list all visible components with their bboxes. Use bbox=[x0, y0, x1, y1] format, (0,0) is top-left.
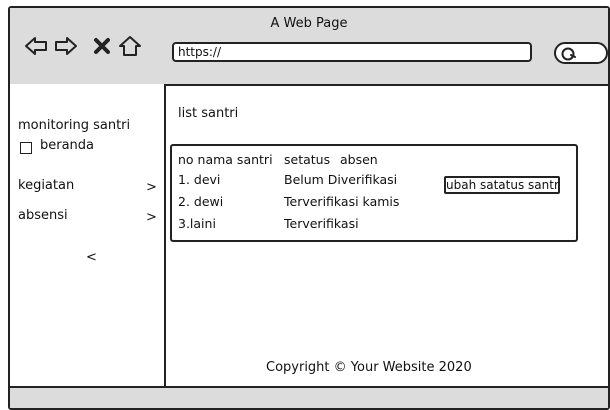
chevron-right-icon[interactable]: > bbox=[146, 180, 157, 195]
copyright-text: Copyright © Your Website 2020 bbox=[266, 360, 472, 375]
table-header-absen: absen bbox=[340, 152, 378, 167]
table-cell-status: Terverifikasi kamis bbox=[284, 194, 400, 209]
table-cell-nama: 1. devi bbox=[178, 172, 221, 187]
checkbox-icon[interactable] bbox=[20, 142, 32, 154]
sidebar-item-kegiatan[interactable]: kegiatan bbox=[18, 178, 74, 193]
browser-toolbar: A Web Page https:// bbox=[10, 8, 608, 86]
search-icon bbox=[561, 47, 576, 61]
santri-table: no nama santri setatus absen 1. devi Bel… bbox=[170, 144, 578, 242]
status-bar bbox=[10, 386, 608, 408]
collapse-sidebar-button[interactable]: < bbox=[86, 250, 97, 265]
browser-window: A Web Page https:// monitoring santri be… bbox=[8, 6, 610, 410]
home-icon[interactable] bbox=[118, 34, 142, 58]
table-header-status: setatus bbox=[284, 152, 331, 167]
page-title: list santri bbox=[178, 106, 239, 121]
table-cell-status: Belum Diverifikasi bbox=[284, 172, 398, 187]
forward-arrow-icon[interactable] bbox=[54, 34, 78, 58]
sidebar-brand: monitoring santri bbox=[18, 118, 131, 133]
sidebar-item-beranda[interactable]: beranda bbox=[40, 138, 94, 153]
chevron-right-icon[interactable]: > bbox=[146, 210, 157, 225]
change-status-button[interactable]: ubah satatus santri bbox=[444, 176, 560, 194]
close-icon[interactable] bbox=[90, 34, 114, 58]
window-title: A Web Page bbox=[270, 16, 348, 31]
table-cell-status: Terverifikasi bbox=[284, 216, 359, 231]
sidebar-item-absensi[interactable]: absensi bbox=[18, 208, 68, 223]
address-bar[interactable]: https:// bbox=[172, 42, 532, 62]
table-cell-nama: 3.laini bbox=[178, 216, 216, 231]
search-button[interactable] bbox=[554, 42, 608, 64]
sidebar: monitoring santri beranda kegiatan > abs… bbox=[10, 84, 166, 394]
table-header-nama: no nama santri bbox=[178, 152, 273, 167]
back-arrow-icon[interactable] bbox=[24, 34, 48, 58]
table-cell-nama: 2. dewi bbox=[178, 194, 224, 209]
